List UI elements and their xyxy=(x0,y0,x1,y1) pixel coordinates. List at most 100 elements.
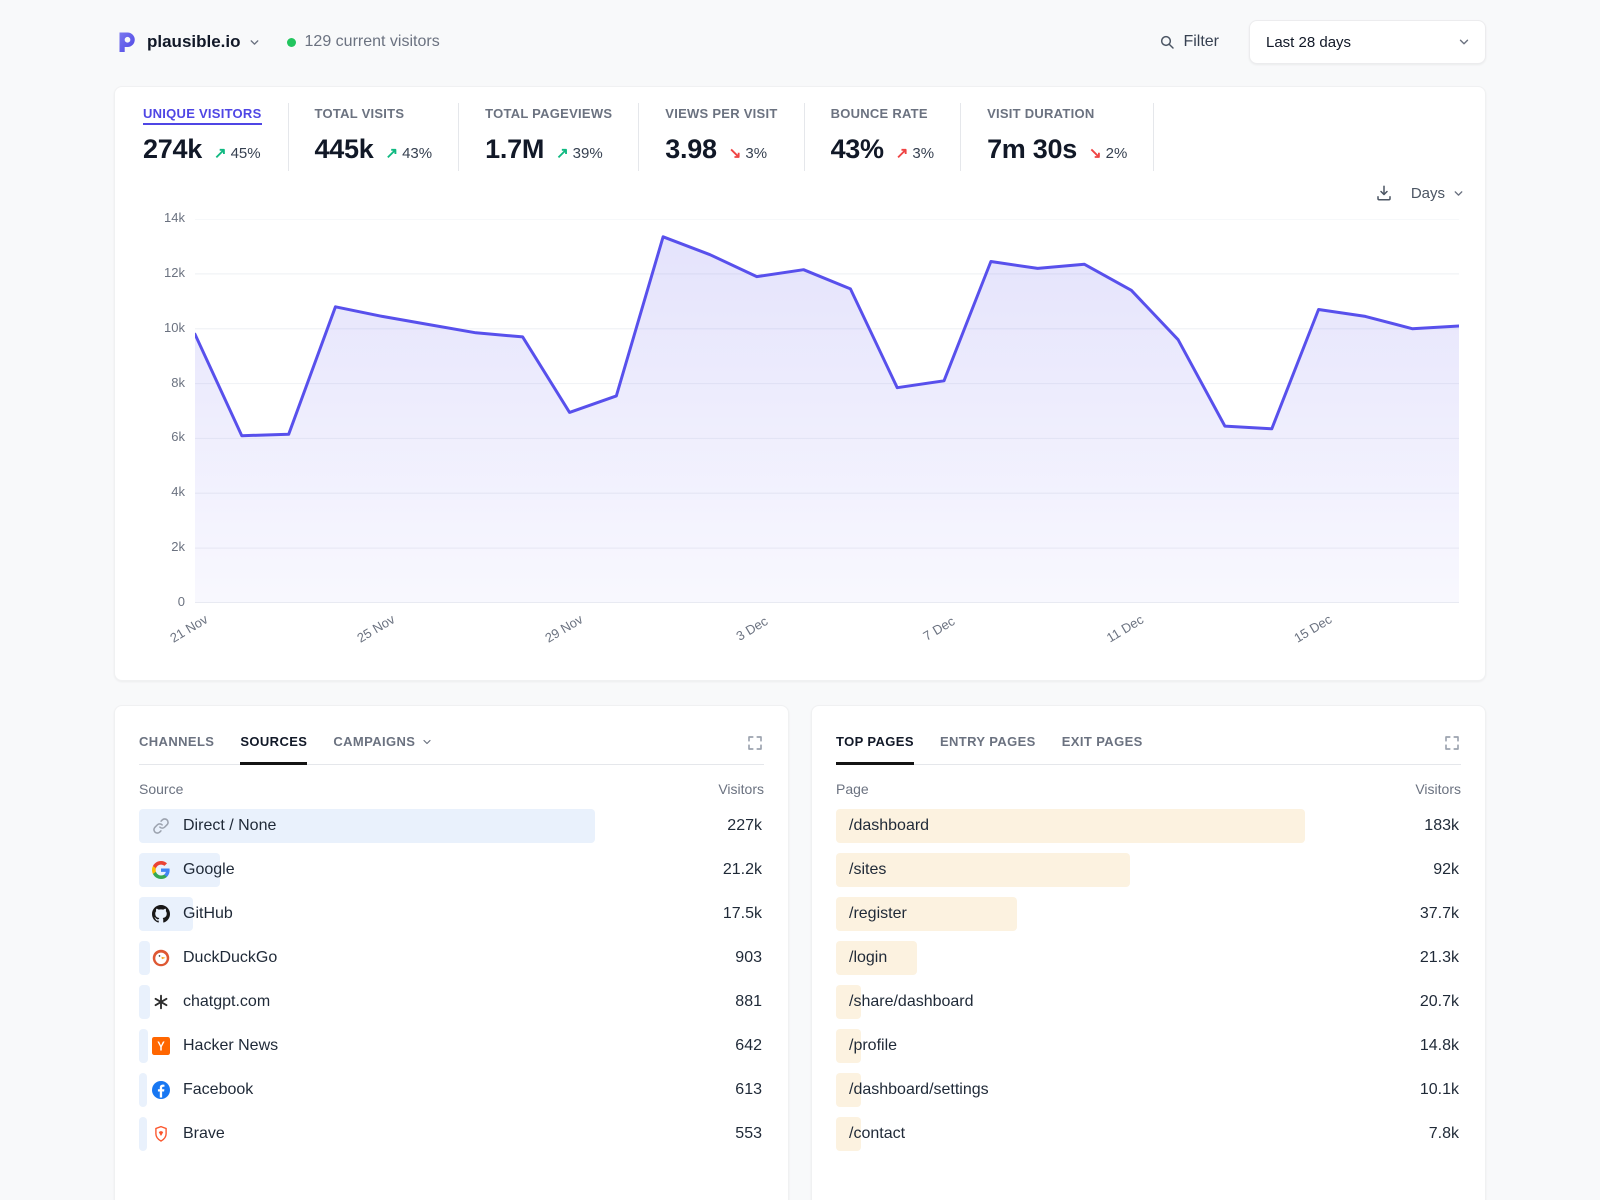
metric-total-pageviews[interactable]: TOTAL PAGEVIEWS 1.7M↗39% xyxy=(459,103,639,171)
pages-tab-entry-pages[interactable]: ENTRY PAGES xyxy=(940,734,1036,764)
sources-tab-campaigns[interactable]: CAMPAIGNS xyxy=(333,734,433,764)
y-axis-tick: 12k xyxy=(145,265,185,280)
row-visitors-value: 183k xyxy=(1424,817,1461,835)
header-right: Filter Last 28 days xyxy=(1159,20,1486,64)
chart-controls: Days xyxy=(143,179,1465,207)
row-label: Brave xyxy=(139,1125,225,1143)
tab-label: ENTRY PAGES xyxy=(940,734,1036,749)
visitors-chart[interactable]: 21 Nov25 Nov29 Nov3 Dec7 Dec11 Dec15 Dec… xyxy=(195,219,1459,663)
metric-change: 43% xyxy=(402,145,432,162)
row-label-text: DuckDuckGo xyxy=(183,949,277,967)
overview-panel: UNIQUE VISITORS274k↗45%TOTAL VISITS445k↗… xyxy=(114,86,1486,681)
google-icon xyxy=(152,861,170,879)
page-row[interactable]: /register37.7k xyxy=(836,896,1461,932)
x-axis-tick: 29 Nov xyxy=(542,611,585,645)
x-axis-tick: 7 Dec xyxy=(921,613,958,643)
row-label-text: /dashboard/settings xyxy=(849,1081,989,1099)
row-visitors-value: 227k xyxy=(727,817,764,835)
expand-icon[interactable] xyxy=(746,734,764,752)
metric-change: 2% xyxy=(1106,145,1128,162)
interval-select[interactable]: Days xyxy=(1411,185,1465,202)
row-label-text: Brave xyxy=(183,1125,225,1143)
row-visitors-value: 642 xyxy=(735,1037,764,1055)
row-label: DuckDuckGo xyxy=(139,949,277,967)
sources-list: Direct / None227k Google21.2k GitHub 17.5k D… xyxy=(139,808,764,1152)
source-row[interactable]: Google21.2k xyxy=(139,852,764,888)
y-axis-tick: 0 xyxy=(145,594,185,609)
sources-tab-sources[interactable]: SOURCES xyxy=(240,734,307,764)
page-column-label: Page xyxy=(836,781,869,797)
metric-change: 3% xyxy=(912,145,934,162)
row-label-text: Hacker News xyxy=(183,1037,278,1055)
page-row[interactable]: /share/dashboard20.7k xyxy=(836,984,1461,1020)
trend-down-icon: ↘ xyxy=(729,144,742,162)
page-row[interactable]: /sites92k xyxy=(836,852,1461,888)
sources-tab-channels[interactable]: CHANNELS xyxy=(139,734,214,764)
metric-views-per-visit[interactable]: VIEWS PER VISIT3.98↘3% xyxy=(639,103,804,171)
chart-canvas[interactable] xyxy=(195,219,1459,603)
row-label: /share/dashboard xyxy=(836,993,974,1011)
x-axis-tick: 3 Dec xyxy=(733,613,770,643)
metric-visit-duration[interactable]: VISIT DURATION 7m 30s↘2% xyxy=(961,103,1154,171)
row-label-text: /profile xyxy=(849,1037,897,1055)
metric-label: VISIT DURATION xyxy=(987,106,1094,121)
live-dot-icon xyxy=(287,38,296,47)
metric-change: 3% xyxy=(745,145,767,162)
row-visitors-value: 21.2k xyxy=(723,861,764,879)
page-row[interactable]: /dashboard 183k xyxy=(836,808,1461,844)
metric-bounce-rate[interactable]: BOUNCE RATE43%↗3% xyxy=(805,103,962,171)
sources-tab-list: CHANNELS SOURCES CAMPAIGNS xyxy=(139,734,433,764)
source-row[interactable]: Facebook613 xyxy=(139,1072,764,1108)
source-row[interactable]: DuckDuckGo903 xyxy=(139,940,764,976)
page-row[interactable]: /dashboard/settings10.1k xyxy=(836,1072,1461,1108)
metric-total-visits[interactable]: TOTAL VISITS445k↗43% xyxy=(289,103,460,171)
metric-value: 43% xyxy=(831,134,884,165)
current-visitors-badge[interactable]: 129 current visitors xyxy=(287,33,440,51)
metric-unique-visitors[interactable]: UNIQUE VISITORS274k↗45% xyxy=(143,103,289,171)
chart-x-axis: 21 Nov25 Nov29 Nov3 Dec7 Dec11 Dec15 Dec xyxy=(195,603,1459,663)
source-row[interactable]: GitHub 17.5k xyxy=(139,896,764,932)
page-row[interactable]: /login21.3k xyxy=(836,940,1461,976)
row-label-text: /contact xyxy=(849,1125,905,1143)
row-visitors-value: 37.7k xyxy=(1420,905,1461,923)
site-switcher-chevron-icon[interactable] xyxy=(248,36,261,49)
y-axis-tick: 4k xyxy=(145,484,185,499)
current-visitors-label: 129 current visitors xyxy=(305,33,440,51)
source-row[interactable]: chatgpt.com881 xyxy=(139,984,764,1020)
download-icon[interactable] xyxy=(1375,184,1393,202)
source-row[interactable]: Hacker News 642 xyxy=(139,1028,764,1064)
site-name[interactable]: plausible.io xyxy=(147,32,241,52)
row-visitors-value: 7.8k xyxy=(1429,1125,1461,1143)
source-row[interactable]: Brave553 xyxy=(139,1116,764,1152)
x-axis-tick: 25 Nov xyxy=(355,611,398,645)
row-label: GitHub xyxy=(139,905,233,923)
page-row[interactable]: /profile14.8k xyxy=(836,1028,1461,1064)
y-axis-tick: 10k xyxy=(145,320,185,335)
metric-value-row: 7m 30s↘2% xyxy=(987,134,1127,165)
expand-icon[interactable] xyxy=(1443,734,1461,752)
facebook-icon xyxy=(152,1081,170,1099)
source-row[interactable]: Direct / None227k xyxy=(139,808,764,844)
y-axis-tick: 6k xyxy=(145,429,185,444)
row-visitors-value: 92k xyxy=(1433,861,1461,879)
metric-label: TOTAL PAGEVIEWS xyxy=(485,106,612,121)
row-label: Facebook xyxy=(139,1081,253,1099)
pages-list: /dashboard 183k/sites92k/register37.7k/lo… xyxy=(836,808,1461,1152)
metric-value-row: 1.7M↗39% xyxy=(485,134,612,165)
filter-button[interactable]: Filter xyxy=(1159,33,1219,51)
pages-tab-top-pages[interactable]: TOP PAGES xyxy=(836,734,914,764)
plausible-dashboard: plausible.io 129 current visitors Filter… xyxy=(0,0,1600,1200)
tab-label: EXIT PAGES xyxy=(1062,734,1143,749)
sources-column-headers: Source Visitors xyxy=(139,781,764,797)
date-range-select[interactable]: Last 28 days xyxy=(1249,20,1486,64)
row-label: /dashboard xyxy=(836,817,929,835)
tab-label: TOP PAGES xyxy=(836,734,914,749)
trend-up-icon: ↗ xyxy=(556,144,569,162)
row-visitors-value: 17.5k xyxy=(723,905,764,923)
page-row[interactable]: /contact 7.8k xyxy=(836,1116,1461,1152)
metric-value: 274k xyxy=(143,134,202,165)
github-icon xyxy=(152,905,170,923)
hackernews-icon xyxy=(152,1037,170,1055)
metric-value-row: 3.98↘3% xyxy=(665,134,777,165)
pages-tab-exit-pages[interactable]: EXIT PAGES xyxy=(1062,734,1143,764)
